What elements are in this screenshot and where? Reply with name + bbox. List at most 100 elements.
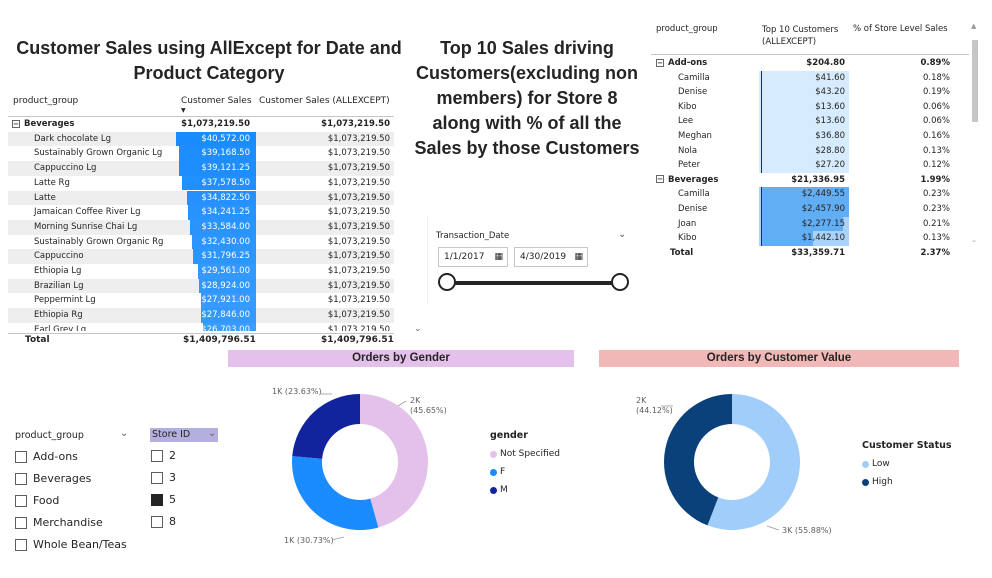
row-product-name: Peppermint Lg: [34, 295, 96, 306]
slicer-item[interactable]: Whole Bean/Teas: [15, 538, 127, 551]
table-row[interactable]: Sustainably Grown Organic Lg $39,168.50 $1…: [8, 146, 394, 162]
checkbox[interactable]: [15, 516, 27, 529]
slicer-item[interactable]: 8: [151, 515, 176, 528]
table-row[interactable]: Kibo $13.60 0.06%: [651, 99, 969, 115]
checkbox[interactable]: [15, 450, 27, 463]
date-range-track[interactable]: [446, 281, 621, 285]
date-slicer[interactable]: Transaction_Date ⌄ 1/1/2017 ▦ 4/30/2019 ▦: [427, 215, 632, 305]
row-pct: 0.13%: [922, 145, 950, 156]
legend-item[interactable]: Low: [862, 459, 952, 469]
table-row[interactable]: Earl Grey Lg $26,703.00 $1,073,219.50: [8, 322, 394, 331]
legend-item[interactable]: M: [490, 485, 560, 495]
table-row[interactable]: Camilla $2,449.55 0.23%: [651, 187, 969, 202]
checkbox[interactable]: [151, 493, 163, 506]
table-row[interactable]: Meghan $36.80 0.16%: [651, 129, 969, 144]
row-name: Lee: [678, 114, 693, 129]
gender-legend-title: gender: [490, 430, 528, 441]
row-name: Peter: [678, 158, 700, 173]
donut-slice-m[interactable]: [292, 394, 360, 459]
table-row[interactable]: Nola $28.80 0.13%: [651, 143, 969, 159]
table-row[interactable]: Denise $43.20 0.19%: [651, 85, 969, 100]
checkbox[interactable]: [15, 472, 27, 485]
collapse-icon[interactable]: −: [12, 119, 20, 128]
table-row[interactable]: Denise $2,457.90 0.23%: [651, 202, 969, 217]
row-label: Denise: [678, 204, 708, 214]
slicer-item[interactable]: 5: [151, 493, 176, 506]
checkbox[interactable]: [151, 515, 163, 528]
slicer-item[interactable]: Add-ons: [15, 450, 78, 463]
col-header-customer-sales[interactable]: Customer Sales: [181, 96, 252, 106]
collapse-icon[interactable]: −: [656, 58, 664, 67]
table-row[interactable]: Peppermint Lg $27,921.00 $1,073,219.50: [8, 293, 394, 309]
checkbox[interactable]: [15, 538, 27, 551]
calendar-icon[interactable]: ▦: [574, 248, 583, 266]
left-table-body[interactable]: − Beverages $1,073,219.50 $1,073,219.50 D…: [8, 117, 394, 331]
scroll-down-icon[interactable]: ⌄: [414, 324, 422, 334]
table-row[interactable]: Joan $2,277.15 0.21%: [651, 216, 969, 232]
table-row[interactable]: Cappuccino $31,796.25 $1,073,219.50: [8, 249, 394, 264]
table-row[interactable]: Latte Rg $37,578.50 $1,073,219.50: [8, 175, 394, 191]
slicer-item[interactable]: Food: [15, 494, 59, 507]
row-customer-value: $2,449.55: [801, 189, 845, 200]
scroll-down-icon[interactable]: ⌄: [971, 236, 977, 244]
legend-label: Not Specified: [500, 449, 560, 459]
chevron-down-icon[interactable]: ⌄: [120, 428, 128, 439]
table-row[interactable]: Kibo $1,442.10 0.13%: [651, 231, 969, 246]
slicer-item-label: Beverages: [33, 472, 92, 485]
scrollbar-thumb[interactable]: [972, 40, 978, 122]
checkbox[interactable]: [15, 494, 27, 507]
scroll-up-icon[interactable]: ▲: [971, 22, 976, 30]
vertical-scrollbar[interactable]: ▲ ⌄: [971, 22, 979, 250]
legend-item[interactable]: Not Specified: [490, 449, 560, 459]
col-header-allexcept[interactable]: Customer Sales (ALLEXCEPT): [259, 96, 390, 106]
row-customer-sales: $39,121.25: [201, 163, 250, 174]
legend-item[interactable]: F: [490, 467, 560, 477]
total-allexcept: $1,409,796.51: [321, 335, 394, 345]
start-handle[interactable]: [438, 273, 456, 291]
table-row[interactable]: Sustainably Grown Organic Rg $32,430.00 $1…: [8, 234, 394, 250]
donut-slice-f[interactable]: [292, 456, 379, 530]
table-row[interactable]: Brazilian Lg $28,924.00 $1,073,219.50: [8, 278, 394, 294]
checkbox[interactable]: [151, 449, 163, 462]
calendar-icon[interactable]: ▦: [494, 248, 503, 266]
group-row[interactable]: − Add-ons $204.80 0.89%: [651, 56, 969, 71]
col-header-pct-store-sales[interactable]: % of Store Level Sales: [853, 24, 948, 34]
row-label: Kibo: [678, 233, 697, 244]
group-row-beverages[interactable]: − Beverages $1,073,219.50 $1,073,219.50: [8, 117, 394, 132]
col-header-top-customers[interactable]: Top 10 Customers (ALLEXCEPT): [762, 24, 850, 48]
total-row[interactable]: Total $33,359.71 2.37%: [651, 246, 969, 261]
legend-item[interactable]: High: [862, 477, 952, 487]
row-name: Meghan: [678, 129, 712, 144]
slicer-item[interactable]: 2: [151, 449, 176, 462]
col-header-product-group[interactable]: product_group: [13, 96, 78, 106]
start-date-input[interactable]: 1/1/2017 ▦: [438, 247, 508, 267]
row-label: Total: [670, 247, 694, 258]
slicer-item[interactable]: Beverages: [15, 472, 91, 485]
chevron-down-icon[interactable]: ⌄: [618, 229, 626, 240]
table-row[interactable]: Ethiopia Rg $27,846.00 $1,073,219.50: [8, 308, 394, 323]
right-table-body[interactable]: − Add-ons $204.80 0.89% Camilla $41.60 0.18% De…: [651, 56, 969, 262]
data-label: 3K (55.88%): [782, 526, 832, 535]
slicer-item[interactable]: Merchandise: [15, 516, 103, 529]
end-handle[interactable]: [611, 273, 629, 291]
table-row[interactable]: Cappuccino Lg $39,121.25 $1,073,219.50: [8, 161, 394, 176]
table-row[interactable]: Jamaican Coffee River Lg $34,241.25 $1,073…: [8, 205, 394, 220]
table-row[interactable]: Camilla $41.60 0.18%: [651, 70, 969, 86]
row-allexcept-sales: $1,073,219.50: [327, 207, 390, 218]
end-date-input[interactable]: 4/30/2019 ▦: [514, 247, 588, 267]
table-row[interactable]: Peter $27.20 0.12%: [651, 158, 969, 173]
table-row[interactable]: Lee $13.60 0.06%: [651, 114, 969, 129]
table-row[interactable]: Latte $34,822.50 $1,073,219.50: [8, 190, 394, 206]
table-row[interactable]: Dark chocolate Lg $40,572.00 $1,073,219.50: [8, 131, 394, 147]
group-row[interactable]: − Beverages $21,336.95 1.99%: [651, 173, 969, 188]
row-label: Camilla: [678, 72, 710, 83]
row-allexcept-sales: $1,073,219.50: [327, 295, 390, 306]
collapse-icon[interactable]: −: [656, 175, 664, 184]
table-row[interactable]: Ethiopia Lg $29,561.00 $1,073,219.50: [8, 264, 394, 279]
table-row[interactable]: Morning Sunrise Chai Lg $33,584.00 $1,073,…: [8, 219, 394, 235]
checkbox[interactable]: [151, 471, 163, 484]
chevron-down-icon[interactable]: ⌄: [208, 428, 216, 439]
row-product-name: Cappuccino Lg: [34, 163, 97, 174]
slicer-item[interactable]: 3: [151, 471, 176, 484]
col-header-product-group[interactable]: product_group: [656, 24, 718, 34]
